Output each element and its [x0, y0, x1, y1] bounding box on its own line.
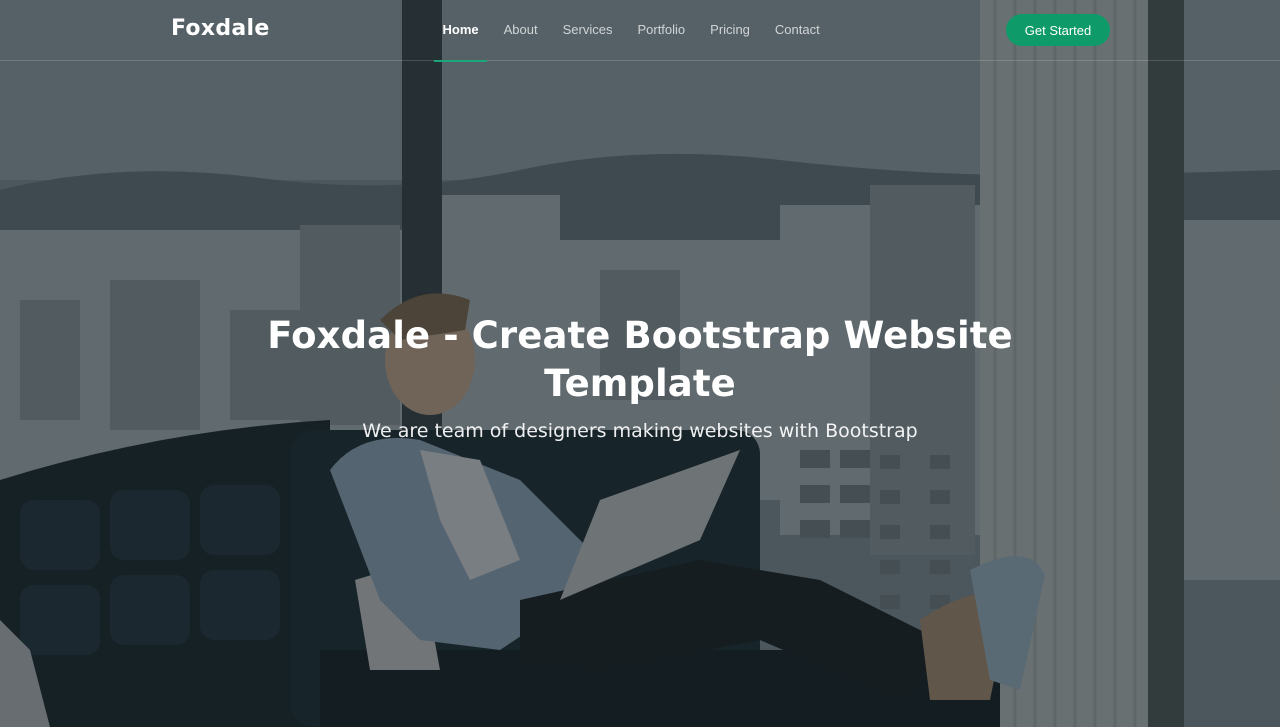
nav-item-services[interactable]: Services	[550, 0, 625, 61]
site-logo[interactable]: Foxdale	[171, 16, 270, 41]
nav-item-contact[interactable]: Contact	[762, 0, 832, 61]
site-header: Foxdale Home About Services Portfolio Pr…	[0, 0, 1280, 62]
nav-item-pricing[interactable]: Pricing	[698, 0, 763, 61]
nav-item-about[interactable]: About	[491, 0, 550, 61]
nav-item-portfolio[interactable]: Portfolio	[625, 0, 698, 61]
hero-subtitle: We are team of designers making websites…	[362, 420, 918, 442]
hero-title: Foxdale - Create Bootstrap Website Templ…	[267, 314, 1013, 405]
nav-item-home[interactable]: Home	[430, 0, 491, 62]
get-started-button[interactable]: Get Started	[1006, 14, 1110, 46]
hero-section: Foxdale - Create Bootstrap Website Templ…	[240, 312, 1040, 442]
main-navigation: Home About Services Portfolio Pricing Co…	[430, 0, 832, 62]
